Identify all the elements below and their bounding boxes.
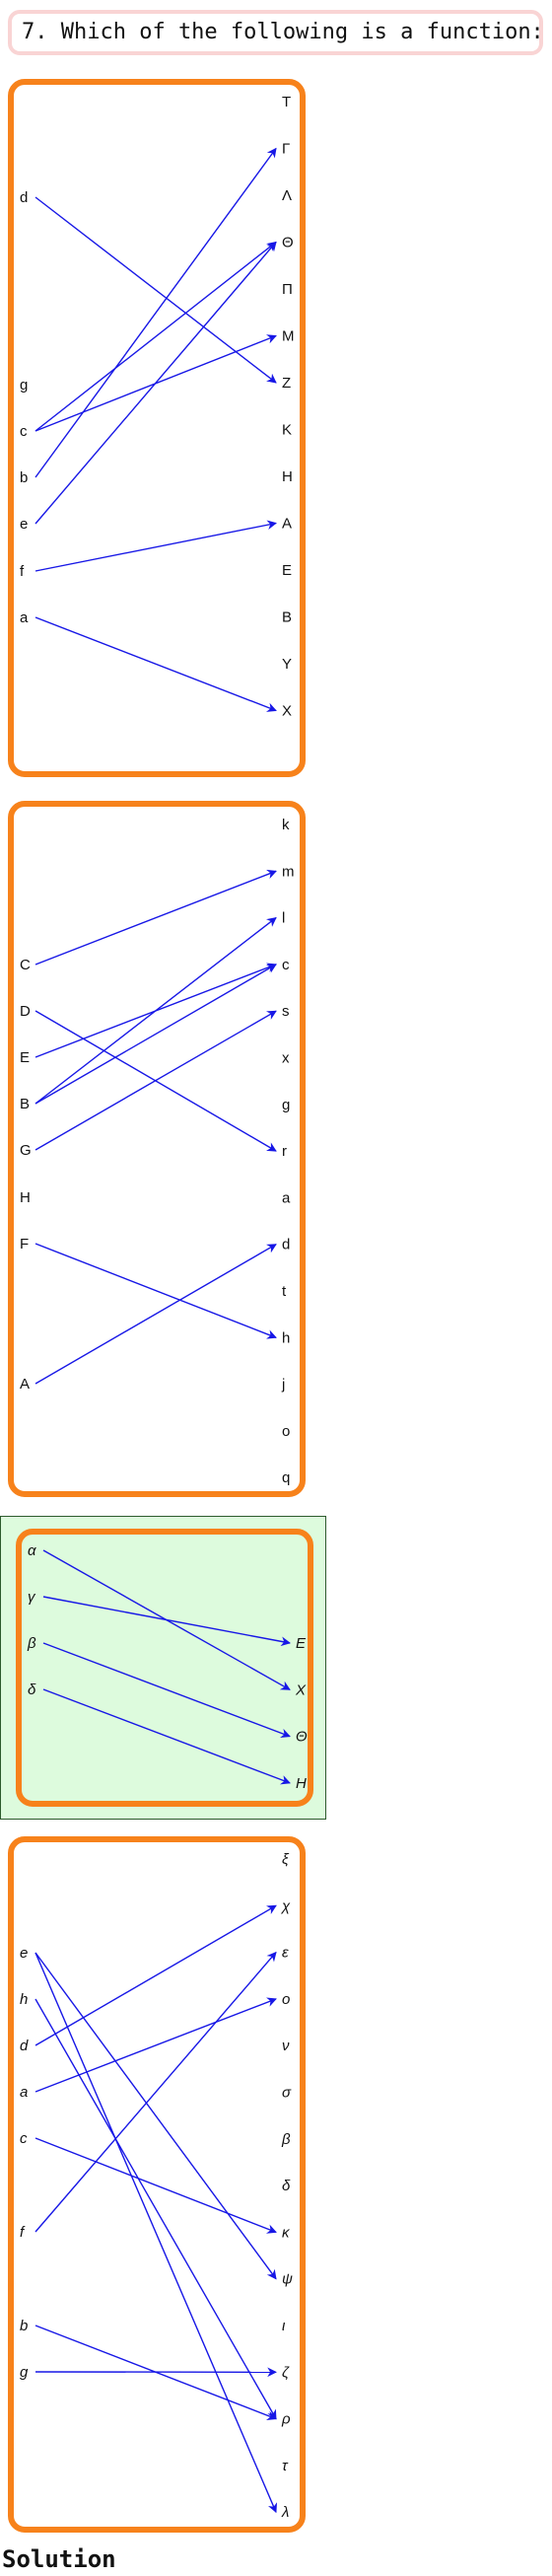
mapping-arrow-e-to-ψ [34, 1952, 277, 2280]
codomain-label-δ: δ [282, 2178, 291, 2194]
codomain-label-ν: ν [282, 2038, 290, 2054]
mapping-arrow-h-to-ρ [34, 1998, 277, 2420]
mapping-arrow-d-to-χ [34, 1904, 277, 2046]
mapping-arrow-e-to-λ [34, 1952, 278, 2514]
domain-label-e: e [20, 1945, 28, 1962]
domain-label-f: f [20, 2224, 26, 2241]
domain-label-a: a [20, 2084, 28, 2101]
codomain-label-ρ: ρ [281, 2411, 291, 2428]
mapping-svg-4: e h d a c f b g ξ χ ε o ν σ β δ κ ψ ι ζ ρ τ λ [8, 1836, 306, 2533]
codomain-label-ψ: ψ [282, 2271, 293, 2288]
mapping-arrow-f-to-ε [34, 1951, 277, 2233]
domain-label-g: g [20, 2364, 29, 2381]
solution-heading: Solution [2, 2545, 116, 2573]
domain-label-h: h [20, 1991, 28, 2008]
codomain-label-o: o [282, 1991, 290, 2008]
codomain-label-χ: χ [280, 1897, 291, 1914]
mapping-arrow-a-to-o [34, 1997, 277, 2093]
codomain-label-ε: ε [282, 1945, 289, 1962]
codomain-label-σ: σ [282, 2085, 292, 2102]
domain-label-d: d [20, 2038, 29, 2054]
codomain-label-β: β [281, 2131, 291, 2148]
diagram-frame-4 [8, 1836, 306, 2533]
codomain-label-τ: τ [282, 2458, 289, 2474]
domain-label-b: b [20, 2318, 28, 2334]
domain-label-c: c [20, 2130, 28, 2147]
mapping-arrow-c-to-κ [34, 2137, 277, 2234]
codomain-label-ι: ι [282, 2318, 286, 2334]
codomain-label-ξ: ξ [282, 1851, 290, 1868]
codomain-label-ζ: ζ [282, 2364, 290, 2381]
codomain-label-κ: κ [282, 2224, 291, 2241]
codomain-label-λ: λ [281, 2504, 289, 2521]
